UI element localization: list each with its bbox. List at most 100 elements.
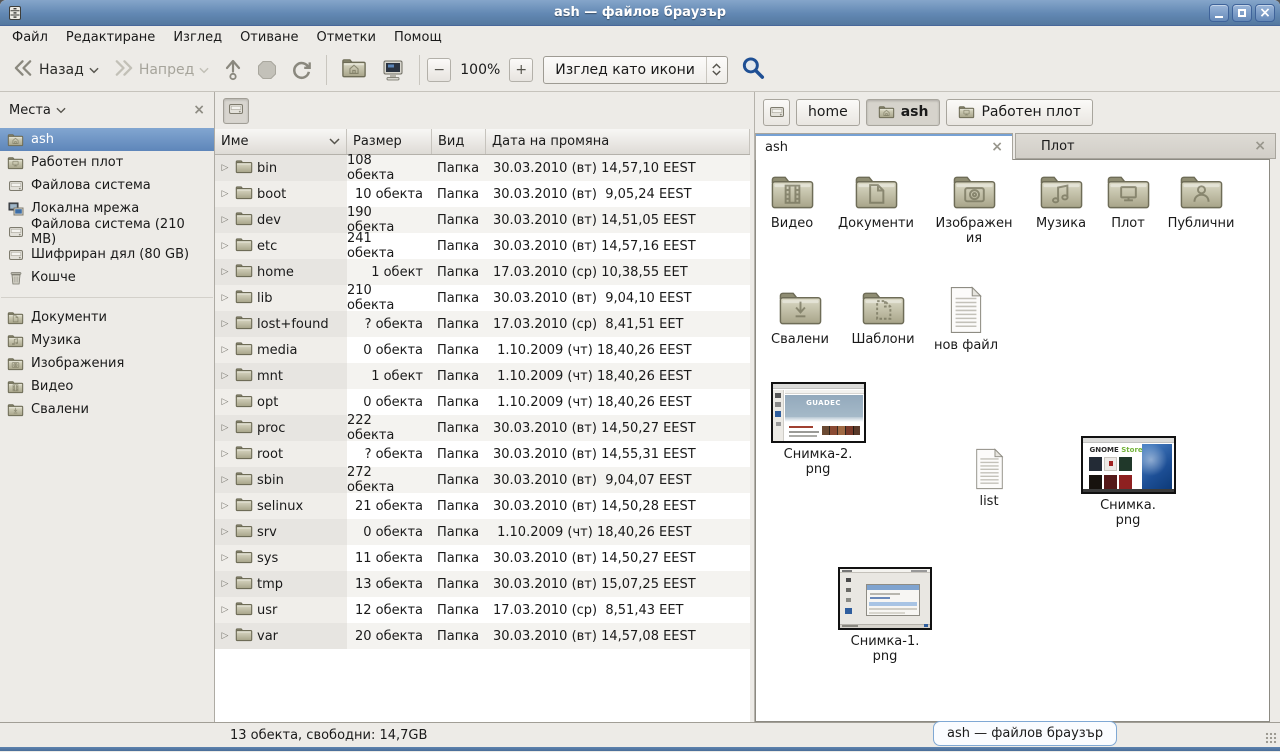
expander-icon[interactable]: ▷: [219, 631, 231, 641]
icon-view[interactable]: ВидеоДокументиИзображенияМузикаПлотПубли…: [755, 159, 1270, 722]
stop-button[interactable]: [250, 56, 284, 84]
expander-icon[interactable]: ▷: [219, 423, 231, 433]
table-row[interactable]: ▷srv0 обектаПапка 1.10.2009 (чт) 18,40,2…: [215, 519, 750, 545]
search-button[interactable]: [740, 55, 766, 85]
sidebar-item-1[interactable]: Работен плот: [0, 151, 214, 174]
tab-1[interactable]: Плот×: [1015, 133, 1276, 159]
sidebar-item-2[interactable]: Файлова система: [0, 174, 214, 197]
menu-item-1[interactable]: Редактиране: [57, 28, 164, 47]
column-header-0[interactable]: Име: [215, 129, 347, 154]
minimize-button[interactable]: [1209, 4, 1229, 22]
titlebar[interactable]: ash — файлов браузър ×: [0, 0, 1280, 26]
expander-icon[interactable]: ▷: [219, 319, 231, 329]
expander-icon[interactable]: ▷: [219, 527, 231, 537]
resize-grip[interactable]: [1265, 732, 1278, 745]
table-row[interactable]: ▷sys11 обектаПапка30.03.2010 (вт) 14,50,…: [215, 545, 750, 571]
table-row[interactable]: ▷etc241 обектаПапка30.03.2010 (вт) 14,57…: [215, 233, 750, 259]
pathbar-button-3[interactable]: Работен плот: [946, 99, 1092, 126]
sidebar-item-5[interactable]: Шифриран дял (80 GB): [0, 243, 214, 266]
expander-icon[interactable]: ▷: [219, 579, 231, 589]
expander-icon[interactable]: ▷: [219, 293, 231, 303]
sidebar-item-12[interactable]: Свалени: [0, 398, 214, 421]
table-row[interactable]: ▷proc222 обектаПапка30.03.2010 (вт) 14,5…: [215, 415, 750, 441]
tab-0[interactable]: ash×: [755, 133, 1013, 160]
table-row[interactable]: ▷lib210 обектаПапка30.03.2010 (вт) 9,04,…: [215, 285, 750, 311]
expander-icon[interactable]: ▷: [219, 267, 231, 277]
sidebar-item-0[interactable]: ash: [0, 128, 214, 151]
expander-icon[interactable]: ▷: [219, 501, 231, 511]
column-header-1[interactable]: Размер: [347, 129, 432, 154]
expander-icon[interactable]: ▷: [219, 553, 231, 563]
forward-button[interactable]: Напред: [106, 55, 216, 85]
computer-button[interactable]: [374, 54, 412, 86]
expander-icon[interactable]: ▷: [219, 605, 231, 615]
table-row[interactable]: ▷usr12 обектаПапка17.03.2010 (ср) 8,51,4…: [215, 597, 750, 623]
menu-item-5[interactable]: Помощ: [385, 28, 451, 47]
column-header-2[interactable]: Вид: [432, 129, 486, 154]
table-row[interactable]: ▷selinux21 обектаПапка30.03.2010 (вт) 14…: [215, 493, 750, 519]
sidebar-item-8[interactable]: Документи: [0, 306, 214, 329]
expander-icon[interactable]: ▷: [219, 449, 231, 459]
tab-close-icon[interactable]: ×: [1246, 138, 1266, 154]
menu-item-2[interactable]: Изглед: [164, 28, 231, 47]
icon-view-item-10[interactable]: list: [941, 448, 1037, 509]
column-header-3[interactable]: Дата на промяна: [486, 129, 750, 154]
view-mode-stepper-icon[interactable]: [707, 63, 727, 76]
home-button[interactable]: [334, 53, 374, 87]
sidebar-close-icon[interactable]: ×: [193, 102, 205, 118]
icon-view-item-11[interactable]: GNOME StoreСнимка.​png: [1080, 436, 1176, 528]
sidebar-item-10[interactable]: Изображения: [0, 352, 214, 375]
expander-icon[interactable]: ▷: [219, 345, 231, 355]
sidebar-item-11[interactable]: Видео: [0, 375, 214, 398]
expander-icon[interactable]: ▷: [219, 189, 231, 199]
table-row[interactable]: ▷mnt1 обектПапка 1.10.2009 (чт) 18,40,26…: [215, 363, 750, 389]
icon-view-item-12[interactable]: Снимка-1.​png: [837, 567, 933, 664]
icon-view-item-5[interactable]: Публични: [1153, 172, 1249, 231]
icon-view-item-9[interactable]: GUADECСнимка-2.​png: [770, 382, 866, 477]
view-mode-select[interactable]: Изглед като икони: [543, 56, 728, 84]
icon-view-item-1[interactable]: Документи: [828, 172, 924, 231]
table-row[interactable]: ▷home1 обектПапка17.03.2010 (ср) 10,38,5…: [215, 259, 750, 285]
expander-icon[interactable]: ▷: [219, 215, 231, 225]
table-row[interactable]: ▷media0 обектаПапка 1.10.2009 (чт) 18,40…: [215, 337, 750, 363]
icon-view-item-8[interactable]: нов файл: [918, 286, 1014, 353]
left-pathbar-root-button[interactable]: [223, 98, 249, 124]
sidebar-item-6[interactable]: Кошче: [0, 266, 214, 289]
expander-icon[interactable]: ▷: [219, 241, 231, 251]
table-row[interactable]: ▷lost+found? обектаПапка17.03.2010 (ср) …: [215, 311, 750, 337]
reload-button[interactable]: [284, 55, 319, 84]
table-row[interactable]: ▷tmp13 обектаПапка30.03.2010 (вт) 15,07,…: [215, 571, 750, 597]
menu-item-4[interactable]: Отметки: [307, 28, 384, 47]
up-button[interactable]: [216, 54, 250, 85]
sidebar-item-9[interactable]: Музика: [0, 329, 214, 352]
menu-item-0[interactable]: Файл: [3, 28, 57, 47]
table-row[interactable]: ▷sbin272 обектаПапка30.03.2010 (вт) 9,04…: [215, 467, 750, 493]
table-row[interactable]: ▷var20 обектаПапка30.03.2010 (вт) 14,57,…: [215, 623, 750, 649]
maximize-button[interactable]: [1232, 4, 1252, 22]
sidebar-title[interactable]: Места: [9, 103, 51, 118]
table-row[interactable]: ▷dev190 обектаПапка30.03.2010 (вт) 14,51…: [215, 207, 750, 233]
pathbar-button-2[interactable]: ash: [866, 99, 941, 126]
expander-icon[interactable]: ▷: [219, 163, 231, 173]
forward-dropdown-icon[interactable]: [199, 62, 209, 78]
folder-desktop-icon: [1105, 172, 1152, 212]
expander-icon[interactable]: ▷: [219, 475, 231, 485]
tab-close-icon[interactable]: ×: [983, 139, 1003, 155]
sidebar-item-4[interactable]: Файлова система (210 MB): [0, 220, 214, 243]
zoom-out-button[interactable]: −: [427, 58, 451, 82]
pathbar-button-1[interactable]: home: [796, 99, 860, 126]
back-button[interactable]: Назад: [6, 55, 106, 85]
close-button[interactable]: ×: [1255, 4, 1275, 22]
icon-view-item-7[interactable]: Шаблони: [835, 288, 931, 347]
back-dropdown-icon[interactable]: [89, 62, 99, 78]
zoom-in-button[interactable]: +: [509, 58, 533, 82]
pathbar-button-0[interactable]: [763, 99, 790, 126]
expander-icon[interactable]: ▷: [219, 397, 231, 407]
table-row[interactable]: ▷boot10 обектаПапка30.03.2010 (вт) 9,05,…: [215, 181, 750, 207]
icon-view-item-2[interactable]: Изображения: [926, 172, 1022, 246]
table-row[interactable]: ▷opt0 обектаПапка 1.10.2009 (чт) 18,40,2…: [215, 389, 750, 415]
table-row[interactable]: ▷bin108 обектаПапка30.03.2010 (вт) 14,57…: [215, 155, 750, 181]
table-row[interactable]: ▷root? обектаПапка30.03.2010 (вт) 14,55,…: [215, 441, 750, 467]
expander-icon[interactable]: ▷: [219, 371, 231, 381]
menu-item-3[interactable]: Отиване: [231, 28, 307, 47]
